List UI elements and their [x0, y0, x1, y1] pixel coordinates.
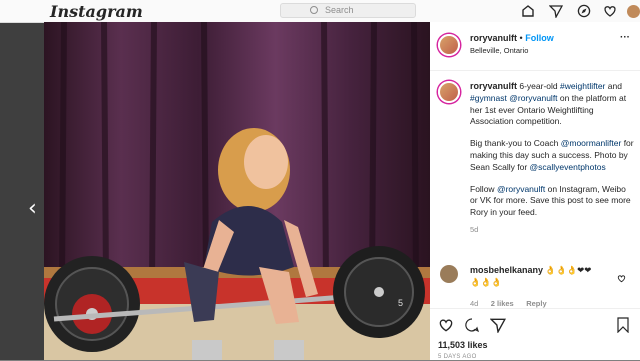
comment-text: 👌👌👌❤❤ [543, 265, 592, 275]
instagram-logo[interactable]: Instagram [50, 2, 143, 21]
caption-paragraph-3: Follow @roryvanulft on Instagram, Weibo … [470, 183, 631, 218]
mention-roryvanulft-2[interactable]: @roryvanulft [497, 184, 545, 194]
caption-author-avatar[interactable] [438, 81, 460, 103]
post-caption: roryvanulft 6-year-old #weightlifter and… [470, 81, 634, 234]
home-icon[interactable] [520, 3, 536, 19]
mention-roryvanulft[interactable]: @roryvanulft [509, 93, 557, 103]
hashtag-gymnast[interactable]: #gymnast [470, 93, 507, 103]
activity-heart-icon[interactable] [602, 3, 618, 19]
author-avatar[interactable] [438, 34, 460, 56]
direct-message-icon[interactable] [548, 3, 564, 19]
profile-avatar-icon[interactable] [626, 3, 640, 19]
mention-scallyeventphotos[interactable]: @scallyeventphotos [530, 162, 606, 172]
post-date[interactable]: 5 DAYS AGO [438, 354, 477, 360]
hashtag-weightlifter[interactable]: #weightlifter [560, 81, 605, 91]
save-bookmark-icon[interactable] [616, 317, 630, 338]
like-heart-icon[interactable] [438, 317, 454, 338]
comment: mosbehelkanany 👌👌👌❤❤ 👌👌👌 4d 2 likes Repl… [470, 265, 620, 311]
commenter-avatar[interactable] [440, 265, 458, 283]
search-input[interactable]: Search [280, 3, 416, 18]
top-navigation-bar: Instagram Search [0, 0, 640, 23]
commenter-username[interactable]: mosbehelkanany [470, 265, 543, 275]
comment-timestamp[interactable]: 4d [470, 299, 478, 308]
comment-text-line-2: 👌👌👌 [470, 276, 502, 287]
search-icon [310, 6, 318, 14]
caption-paragraph-2: Big thank-you to Coach @moormanlifter fo… [470, 138, 634, 172]
comment-likes[interactable]: 2 likes [491, 299, 514, 308]
caption-paragraph-1: roryvanulft 6-year-old #weightlifter and… [470, 81, 627, 127]
comment-bubble-icon[interactable] [464, 317, 480, 338]
post-photo[interactable]: 5 [44, 22, 430, 360]
explore-compass-icon[interactable] [576, 3, 592, 19]
post-header: roryvanulft • Follow Belleville, Ontario… [430, 22, 640, 71]
post-actions-section: 11,503 likes 5 DAYS AGO [430, 308, 640, 361]
comment-like-heart-icon[interactable] [617, 270, 626, 288]
separator-dot: • [519, 33, 523, 43]
author-username[interactable]: roryvanulft [470, 33, 517, 43]
caption-username[interactable]: roryvanulft [470, 81, 517, 91]
comment-reply-button[interactable]: Reply [526, 299, 546, 308]
caption-timestamp[interactable]: 5d [470, 225, 634, 234]
share-icon[interactable] [489, 317, 507, 338]
post-location[interactable]: Belleville, Ontario [470, 46, 528, 55]
previous-post-arrow-icon[interactable]: ‹ [28, 196, 37, 221]
mention-moormanlifter[interactable]: @moormanlifter [561, 138, 622, 148]
plate-weight-label: 5 [398, 298, 403, 308]
follow-button[interactable]: Follow [525, 33, 554, 43]
likes-count[interactable]: 11,503 likes [438, 340, 488, 350]
more-options-button[interactable]: ··· [620, 32, 630, 43]
post-details-panel: roryvanulft • Follow Belleville, Ontario… [430, 22, 640, 360]
